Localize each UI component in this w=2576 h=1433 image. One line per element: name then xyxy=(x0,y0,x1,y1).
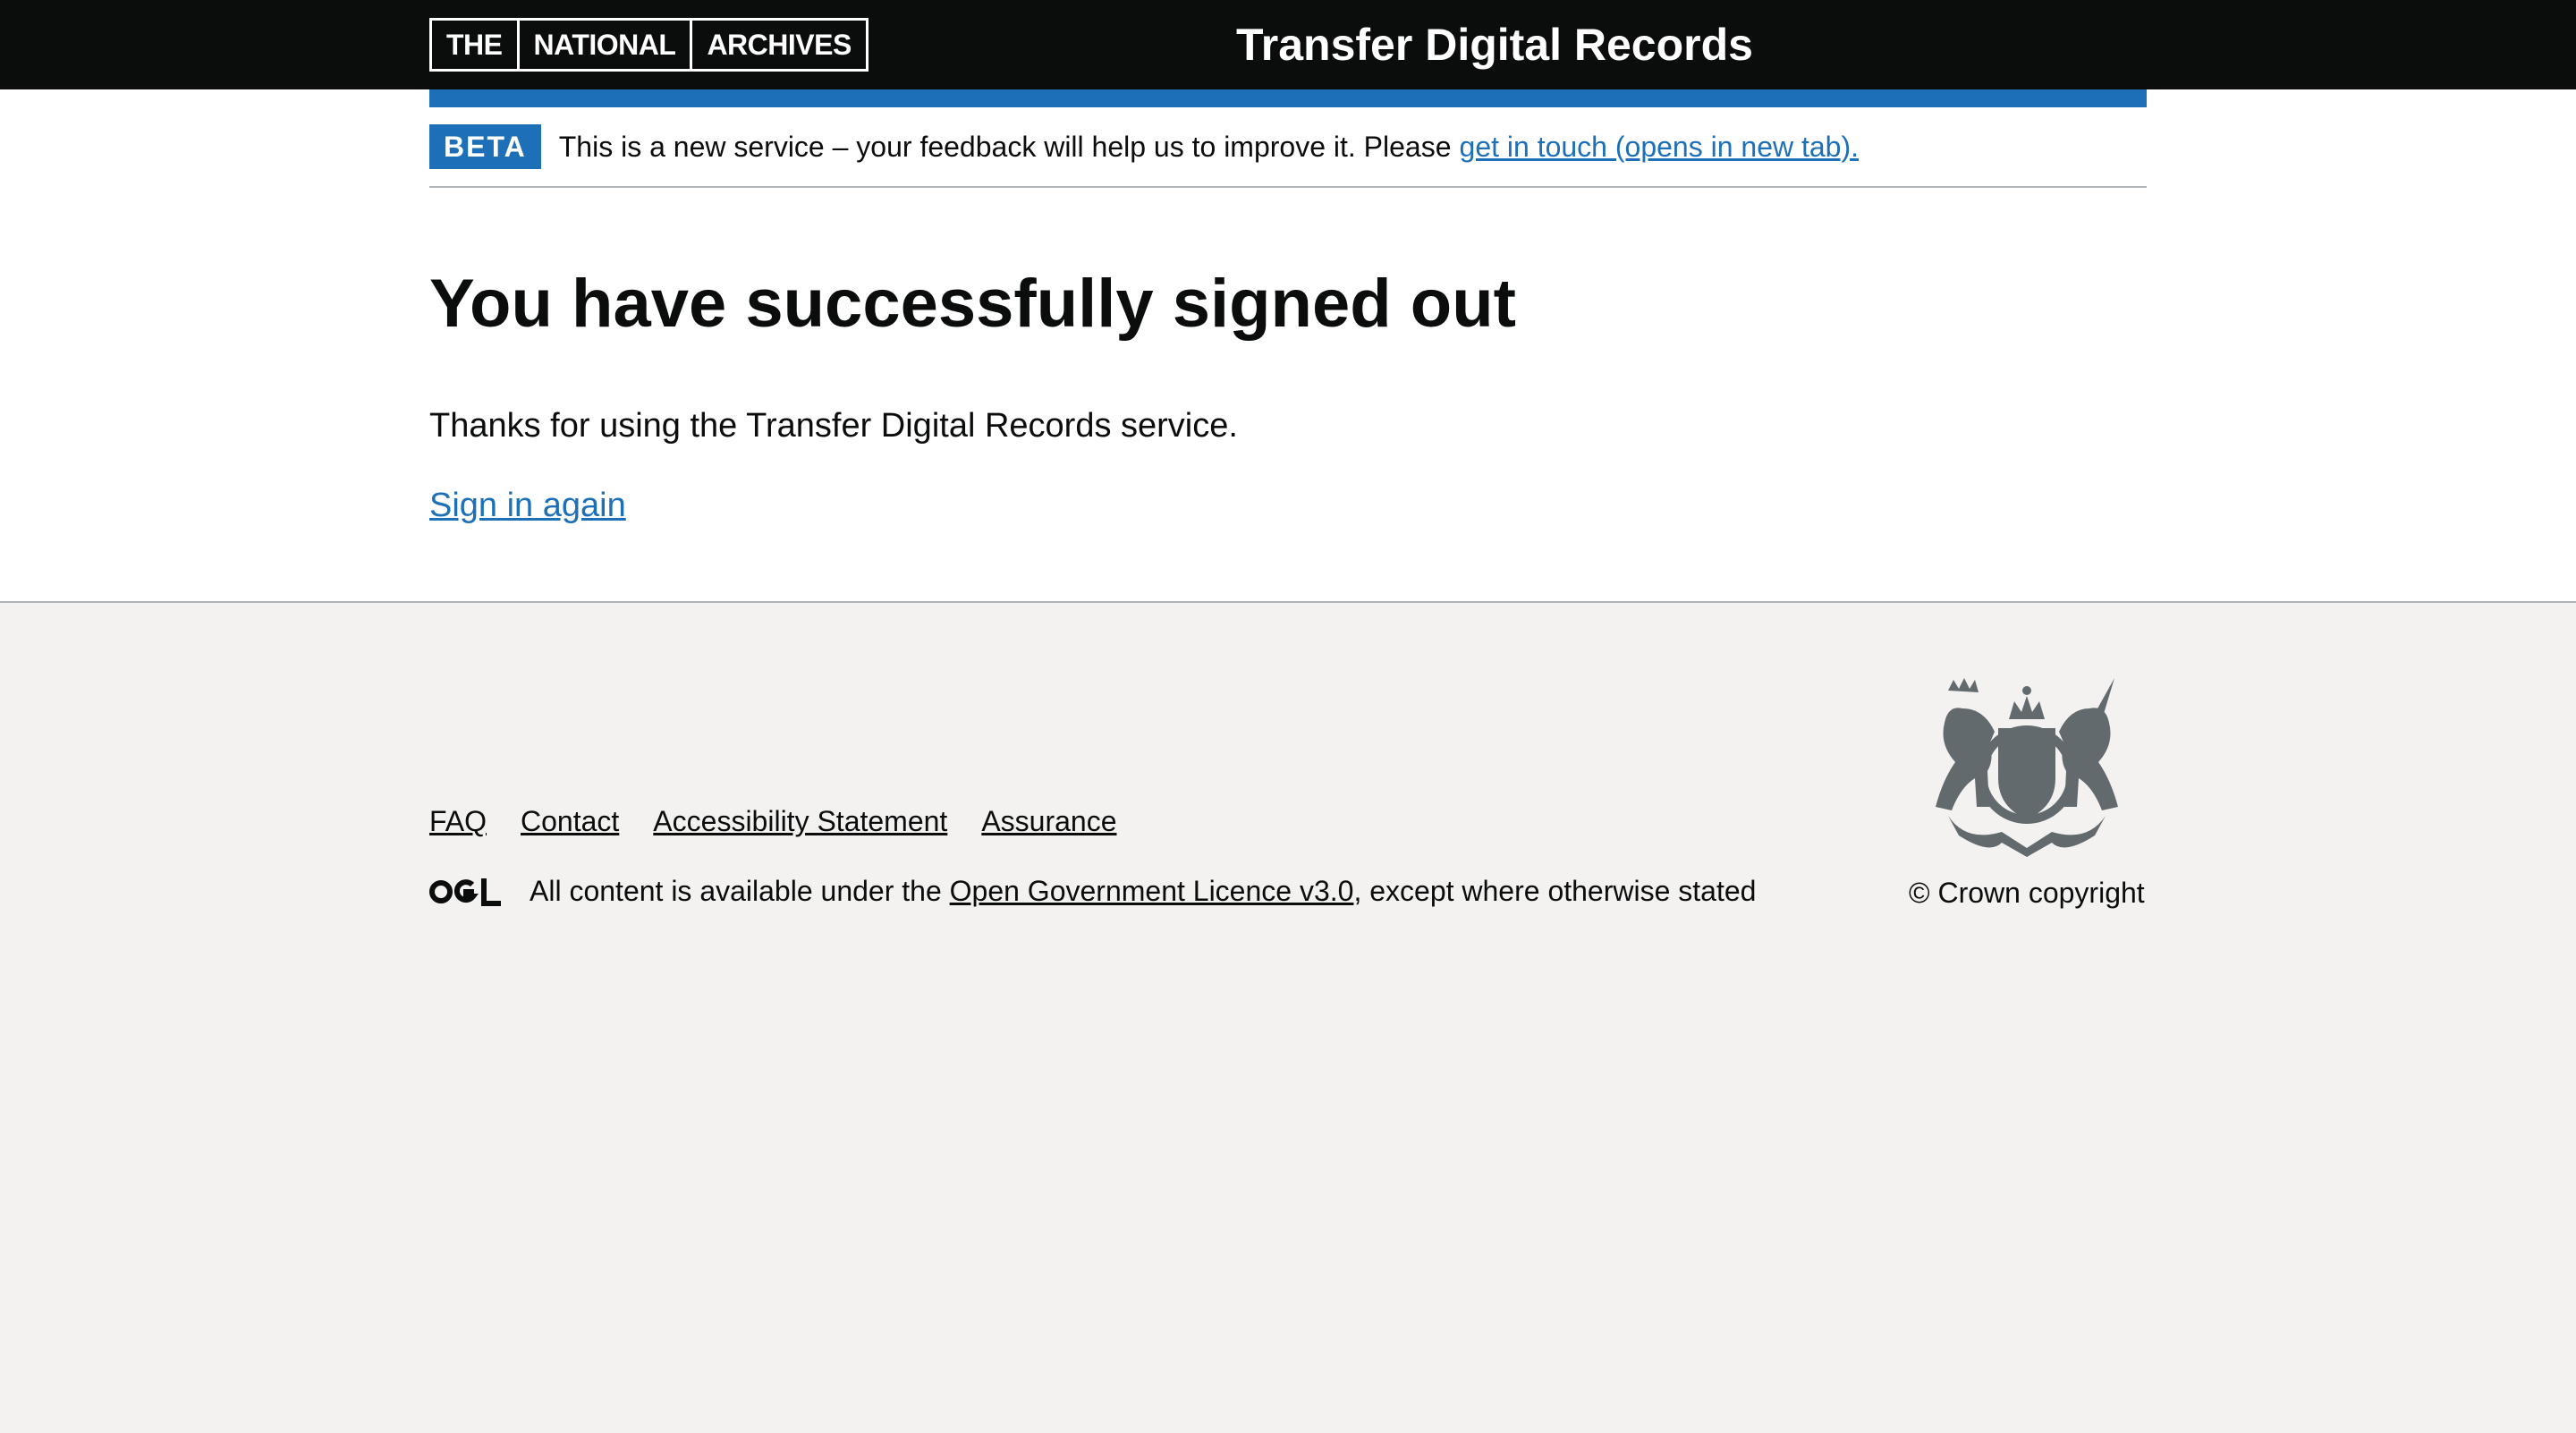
thanks-message: Thanks for using the Transfer Digital Re… xyxy=(429,407,1238,445)
site-header: THE NATIONAL ARCHIVES Transfer Digital R… xyxy=(0,0,2576,89)
licence-prefix: All content is available under the xyxy=(530,875,942,907)
feedback-link[interactable]: get in touch (opens in new tab). xyxy=(1460,131,1860,164)
royal-coat-of-arms-icon xyxy=(1936,678,2118,857)
logo-part-archives: ARCHIVES xyxy=(690,21,865,69)
phase-banner-text: This is a new service – your feedback wi… xyxy=(558,130,1452,163)
site-footer: FAQ Contact Accessibility Statement Assu… xyxy=(0,601,2576,1433)
footer-link-contact[interactable]: Contact xyxy=(521,805,619,838)
licence-text: All content is available under the Open … xyxy=(530,875,1756,908)
footer-link-assurance[interactable]: Assurance xyxy=(981,805,1116,838)
footer-link-faq[interactable]: FAQ xyxy=(429,805,487,838)
page-title: You have successfully signed out xyxy=(429,266,1516,342)
footer-link-accessibility[interactable]: Accessibility Statement xyxy=(653,805,947,838)
page-width-container: BETA This is a new service – your feedba… xyxy=(429,89,2147,188)
service-name-link[interactable]: Transfer Digital Records xyxy=(1236,0,1753,89)
licence-link[interactable]: Open Government Licence v3.0 xyxy=(950,875,1354,907)
licence-row: All content is available under the Open … xyxy=(429,875,1756,908)
logo-part-the: THE xyxy=(446,28,503,61)
beta-tag: BETA xyxy=(429,124,541,169)
logo-part-national: NATIONAL xyxy=(516,21,691,69)
footer-links: FAQ Contact Accessibility Statement Assu… xyxy=(429,805,1117,838)
national-archives-logo[interactable]: THE NATIONAL ARCHIVES xyxy=(429,18,869,72)
phase-banner: BETA This is a new service – your feedba… xyxy=(429,107,2147,188)
header-blue-bar xyxy=(429,89,2147,107)
licence-suffix: , except where otherwise stated xyxy=(1353,875,1757,907)
sign-in-again-link[interactable]: Sign in again xyxy=(429,487,626,525)
ogl-logo-icon xyxy=(429,878,501,906)
crown-copyright: © Crown copyright xyxy=(1909,877,2145,909)
